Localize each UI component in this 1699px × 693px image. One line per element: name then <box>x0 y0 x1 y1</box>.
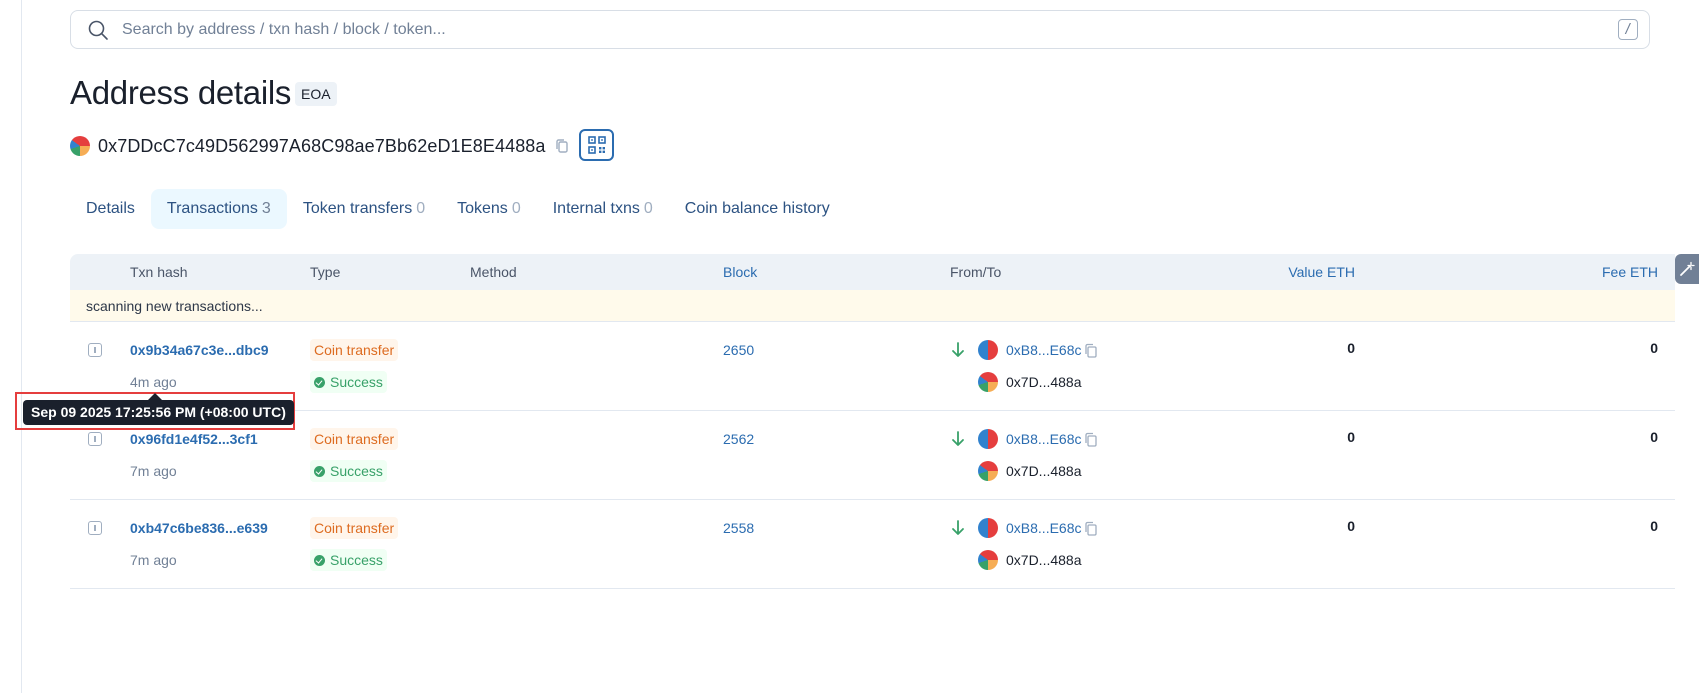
search-shortcut-key: / <box>1618 19 1638 40</box>
to-address: 0x7D...488a <box>1006 374 1082 390</box>
status-text: Success <box>330 552 383 568</box>
tab-label: Internal txns <box>552 200 640 217</box>
tab-count: 0 <box>643 200 653 217</box>
type-tag: Coin transfer <box>310 428 399 450</box>
txn-age[interactable]: 4m ago <box>130 374 177 390</box>
to-avatar <box>978 372 998 392</box>
tab-token-transfers[interactable]: Token transfers 0 <box>287 189 441 229</box>
scanning-notice: scanning new transactions... <box>70 290 1675 322</box>
tab-details[interactable]: Details <box>70 189 151 229</box>
tab-count: 0 <box>511 200 521 217</box>
timestamp-tooltip: Sep 09 2025 17:25:56 PM (+08:00 UTC) <box>23 400 294 425</box>
tab-count: 0 <box>416 200 426 217</box>
success-check-icon <box>314 554 325 566</box>
block-link[interactable]: 2562 <box>723 431 754 447</box>
type-tag: Coin transfer <box>310 517 399 539</box>
tab-label: Coin balance history <box>684 200 830 217</box>
status-badge: Success <box>310 460 387 482</box>
status-text: Success <box>330 374 383 390</box>
from-avatar <box>978 340 998 360</box>
tab-transactions[interactable]: Transactions 3 <box>150 189 287 229</box>
info-icon[interactable] <box>88 521 102 535</box>
column-txn-hash: Txn hash <box>130 264 188 280</box>
table-row: 0xb47c6be836...e639 7m ago Coin transfer… <box>70 500 1675 589</box>
column-type: Type <box>310 264 341 280</box>
value-eth: 0 <box>1347 518 1355 534</box>
status-text: Success <box>330 463 383 479</box>
copy-icon[interactable] <box>1084 432 1098 447</box>
block-link[interactable]: 2558 <box>723 520 754 536</box>
side-widget-button[interactable] <box>1675 254 1699 284</box>
address-row: 0x7DDcC7c49D562997A68C98ae7Bb62eD1E8E448… <box>70 134 570 158</box>
from-avatar <box>978 429 998 449</box>
to-avatar <box>978 461 998 481</box>
address-hash: 0x7DDcC7c49D562997A68C98ae7Bb62eD1E8E448… <box>98 135 546 156</box>
tab-label: Details <box>86 200 135 217</box>
type-tag: Coin transfer <box>310 339 399 361</box>
tab-label: Token transfers <box>302 200 413 217</box>
column-from-to: From/To <box>950 264 1002 280</box>
left-divider <box>21 0 22 693</box>
txn-hash-link[interactable]: 0x96fd1e4f52...3cf1 <box>130 431 258 447</box>
fee-eth: 0 <box>1650 429 1658 445</box>
tab-internal-txns[interactable]: Internal txns 0 <box>537 189 669 229</box>
info-icon[interactable] <box>88 343 102 357</box>
incoming-arrow-icon <box>952 431 964 446</box>
from-address-link[interactable]: 0xB8...E68c <box>1006 431 1082 447</box>
column-block[interactable]: Block <box>723 254 757 290</box>
incoming-arrow-icon <box>952 520 964 535</box>
from-avatar <box>978 518 998 538</box>
fee-eth: 0 <box>1650 340 1658 356</box>
search-icon <box>88 20 108 40</box>
to-address: 0x7D...488a <box>1006 463 1082 479</box>
from-address-link[interactable]: 0xB8...E68c <box>1006 520 1082 536</box>
tooltip-caret <box>148 393 162 400</box>
value-eth: 0 <box>1347 429 1355 445</box>
to-avatar <box>978 550 998 570</box>
copy-icon[interactable] <box>1084 521 1098 536</box>
table-header: Txn hash Type Method Block From/To Value… <box>70 254 1675 290</box>
qr-code-button[interactable] <box>579 129 614 161</box>
tab-label: Tokens <box>457 200 508 217</box>
copy-icon[interactable] <box>554 138 570 154</box>
search-bar[interactable]: / <box>70 10 1650 49</box>
address-tabs: Details Transactions 3 Token transfers 0 T… <box>70 189 846 229</box>
page-title: Address details <box>70 74 292 111</box>
address-avatar <box>70 136 90 156</box>
tab-tokens[interactable]: Tokens 0 <box>441 189 537 229</box>
success-check-icon <box>314 376 325 388</box>
txn-hash-link[interactable]: 0xb47c6be836...e639 <box>130 520 268 536</box>
column-value[interactable]: Value ETH <box>1288 254 1355 290</box>
success-check-icon <box>314 465 325 477</box>
tab-label: Transactions <box>166 200 258 217</box>
table-row: 0x9b34a67c3e...dbc9 4m ago Coin transfer… <box>70 322 1675 411</box>
table-row: 0x96fd1e4f52...3cf1 7m ago Coin transfer… <box>70 411 1675 500</box>
copy-icon[interactable] <box>1084 343 1098 358</box>
status-badge: Success <box>310 371 387 393</box>
txn-age[interactable]: 7m ago <box>130 463 177 479</box>
fee-eth: 0 <box>1650 518 1658 534</box>
search-input[interactable] <box>122 17 1582 43</box>
to-address: 0x7D...488a <box>1006 552 1082 568</box>
incoming-arrow-icon <box>952 342 964 357</box>
txn-age[interactable]: 7m ago <box>130 552 177 568</box>
tab-count: 3 <box>261 200 271 217</box>
eoa-badge: EOA <box>295 82 337 106</box>
tab-coin-balance-history[interactable]: Coin balance history <box>669 189 846 229</box>
txn-hash-link[interactable]: 0x9b34a67c3e...dbc9 <box>130 342 269 358</box>
from-address-link[interactable]: 0xB8...E68c <box>1006 342 1082 358</box>
status-badge: Success <box>310 549 387 571</box>
info-icon[interactable] <box>88 432 102 446</box>
magic-wand-icon <box>1680 261 1695 276</box>
column-method: Method <box>470 264 517 280</box>
column-fee[interactable]: Fee ETH <box>1602 254 1658 290</box>
value-eth: 0 <box>1347 340 1355 356</box>
qr-code-icon <box>587 136 606 154</box>
block-link[interactable]: 2650 <box>723 342 754 358</box>
